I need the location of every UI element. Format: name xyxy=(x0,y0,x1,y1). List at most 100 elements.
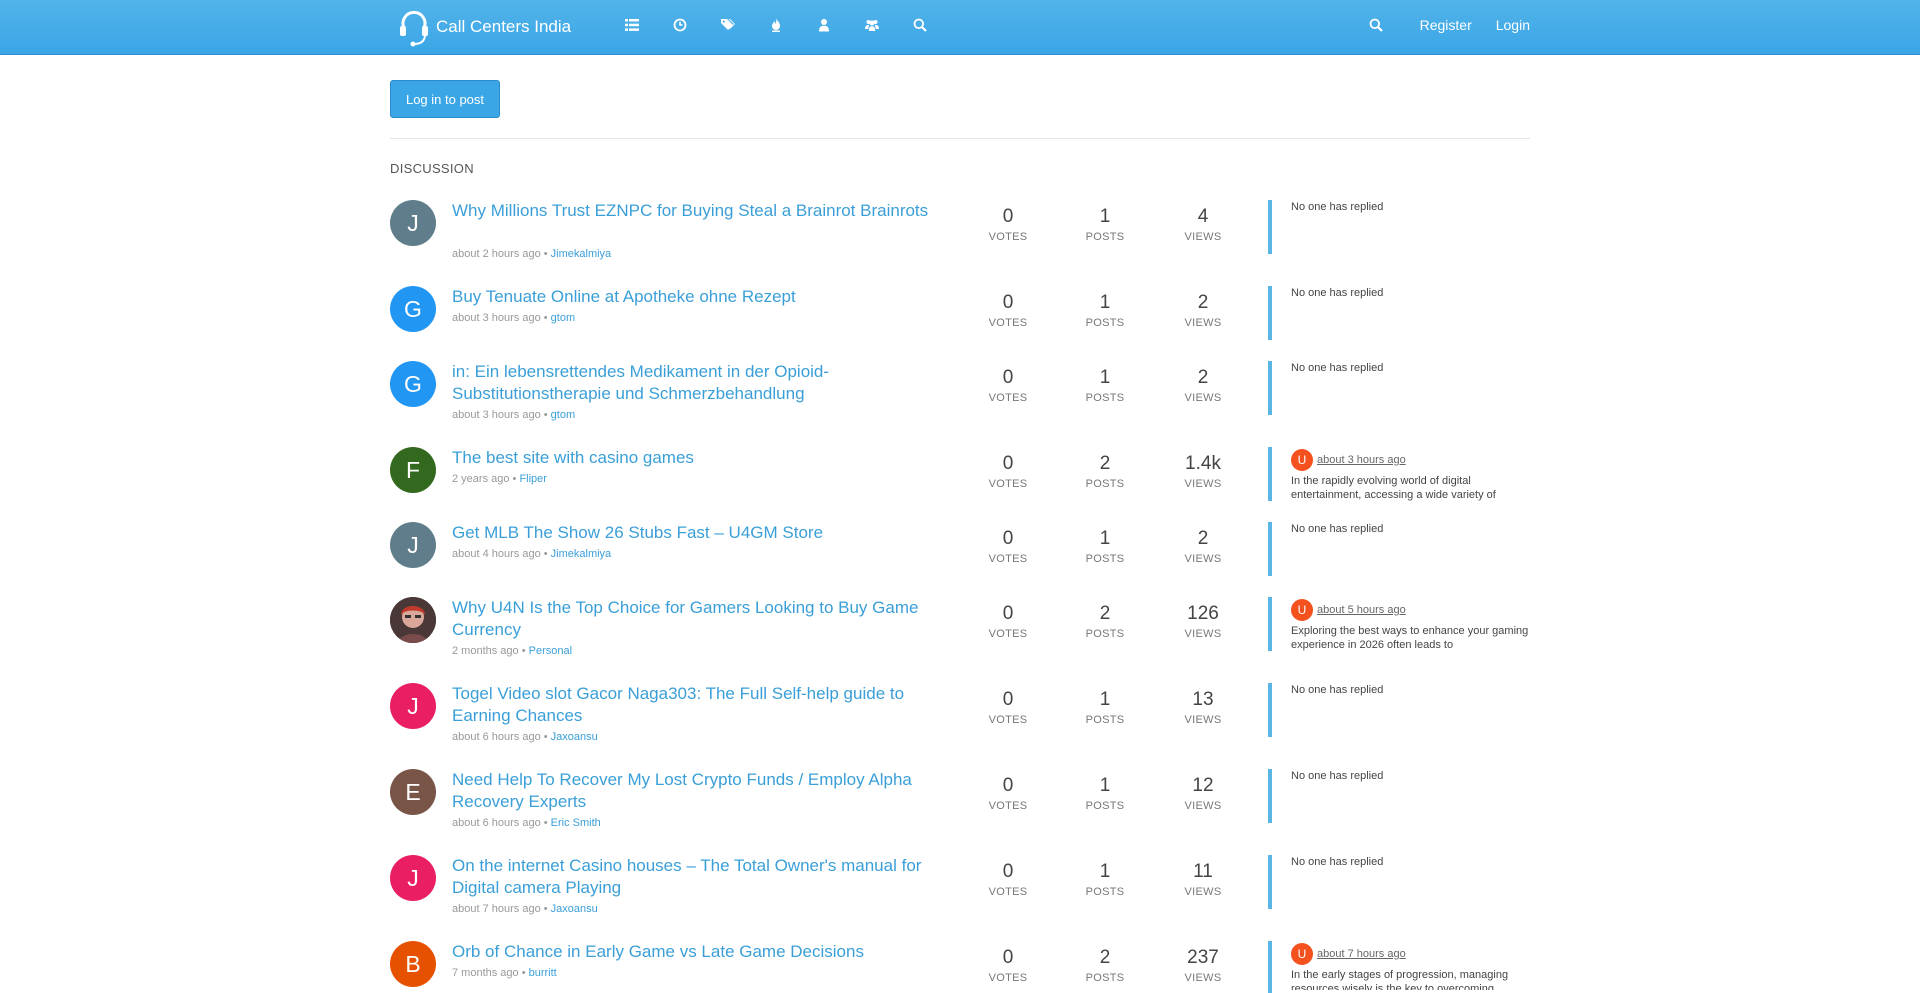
topic-title[interactable]: On the internet Casino houses – The Tota… xyxy=(452,855,952,899)
nav-categories[interactable] xyxy=(608,0,656,50)
teaser-bar xyxy=(1268,769,1272,823)
topic-author[interactable]: Jimekalmiya xyxy=(551,248,612,260)
posts-count: 1 xyxy=(1099,775,1111,796)
topic-author[interactable]: Fliper xyxy=(519,473,547,485)
nav-users[interactable] xyxy=(800,0,848,50)
topic-author[interactable]: Jimekalmiya xyxy=(551,548,612,560)
header-search-button[interactable] xyxy=(1356,0,1396,50)
nav-groups[interactable] xyxy=(848,0,896,50)
votes-count: 0 xyxy=(1002,861,1014,882)
topic-title[interactable]: in: Ein lebensrettendes Medikament in de… xyxy=(452,361,952,405)
votes-label: VOTES xyxy=(988,800,1028,812)
topic-time[interactable]: about 3 hours ago xyxy=(452,312,541,324)
nav-recent[interactable] xyxy=(656,0,704,50)
topic-title[interactable]: The best site with casino games xyxy=(452,447,952,469)
teaser[interactable]: No one has replied xyxy=(1291,200,1531,214)
topic-title[interactable]: Get MLB The Show 26 Stubs Fast – U4GM St… xyxy=(452,522,952,544)
topic-title[interactable]: Need Help To Recover My Lost Crypto Fund… xyxy=(452,769,952,813)
votes-stat: 0 VOTES xyxy=(968,528,1048,565)
avatar[interactable]: J xyxy=(390,683,436,729)
topic-title[interactable]: Togel Video slot Gacor Naga303: The Full… xyxy=(452,683,952,727)
topic-time[interactable]: about 7 hours ago xyxy=(452,903,541,915)
reply-time[interactable]: about 3 hours ago xyxy=(1317,454,1406,466)
avatar[interactable]: J xyxy=(390,522,436,568)
votes-stat: 0 VOTES xyxy=(968,947,1048,984)
topic-time[interactable]: about 4 hours ago xyxy=(452,548,541,560)
topic-meta: about 3 hours ago • gtom xyxy=(452,312,576,324)
teaser-bar xyxy=(1268,683,1272,737)
views-label: VIEWS xyxy=(1184,800,1222,812)
views-stat: 2 VIEWS xyxy=(1163,367,1243,404)
reply-time[interactable]: about 7 hours ago xyxy=(1317,948,1406,960)
votes-stat: 0 VOTES xyxy=(968,453,1048,490)
teaser[interactable]: No one has replied xyxy=(1291,361,1531,375)
topic-author[interactable]: gtom xyxy=(551,312,575,324)
reply-avatar[interactable]: U xyxy=(1291,943,1313,965)
avatar[interactable]: J xyxy=(390,855,436,901)
topic-author[interactable]: Jaxoansu xyxy=(551,731,598,743)
login-link[interactable]: Login xyxy=(1496,17,1530,33)
topic-title[interactable]: Buy Tenuate Online at Apotheke ohne Reze… xyxy=(452,286,952,308)
topic-title[interactable]: Orb of Chance in Early Game vs Late Game… xyxy=(452,941,952,963)
views-label: VIEWS xyxy=(1184,628,1222,640)
topic-meta: 7 months ago • burritt xyxy=(452,967,557,979)
topic-time[interactable]: about 2 hours ago xyxy=(452,248,541,260)
reply-avatar[interactable]: U xyxy=(1291,599,1313,621)
posts-stat: 1 POSTS xyxy=(1065,367,1145,404)
topic-time[interactable]: 2 years ago xyxy=(452,473,509,485)
views-label: VIEWS xyxy=(1184,392,1222,404)
brand-link[interactable]: Call Centers India xyxy=(396,4,571,50)
topic-meta: about 6 hours ago • Eric Smith xyxy=(452,817,601,829)
avatar[interactable]: B xyxy=(390,941,436,987)
nav-search[interactable] xyxy=(896,0,944,50)
nav-popular[interactable] xyxy=(752,0,800,50)
topic-time[interactable]: about 3 hours ago xyxy=(452,409,541,421)
votes-stat: 0 VOTES xyxy=(968,775,1048,812)
avatar[interactable]: E xyxy=(390,769,436,815)
views-count: 4 xyxy=(1197,206,1209,227)
topic-title[interactable]: Why U4N Is the Top Choice for Gamers Loo… xyxy=(452,597,952,641)
teaser[interactable]: Uabout 7 hours ago In the early stages o… xyxy=(1291,943,1531,990)
topic-author[interactable]: Eric Smith xyxy=(551,817,601,829)
no-reply-text: No one has replied xyxy=(1291,684,1384,696)
reply-time[interactable]: about 5 hours ago xyxy=(1317,604,1406,616)
topic-time[interactable]: 7 months ago xyxy=(452,967,519,979)
votes-count: 0 xyxy=(1002,603,1014,624)
avatar[interactable]: J xyxy=(390,200,436,246)
posts-label: POSTS xyxy=(1085,886,1125,898)
votes-count: 0 xyxy=(1002,206,1014,227)
topic-time[interactable]: about 6 hours ago xyxy=(452,817,541,829)
topic-time[interactable]: about 6 hours ago xyxy=(452,731,541,743)
teaser[interactable]: Uabout 3 hours ago In the rapidly evolvi… xyxy=(1291,449,1531,502)
nav-tags[interactable] xyxy=(704,0,752,50)
avatar[interactable]: G xyxy=(390,286,436,332)
topic-time[interactable]: 2 months ago xyxy=(452,645,519,657)
topic-author[interactable]: burritt xyxy=(529,967,557,979)
reply-text: Exploring the best ways to enhance your … xyxy=(1291,625,1529,651)
votes-stat: 0 VOTES xyxy=(968,292,1048,329)
topic-author[interactable]: gtom xyxy=(551,409,575,421)
teaser[interactable]: No one has replied xyxy=(1291,855,1531,869)
reply-avatar[interactable]: U xyxy=(1291,449,1313,471)
posts-count: 1 xyxy=(1099,292,1111,313)
avatar[interactable]: G xyxy=(390,361,436,407)
teaser[interactable]: Uabout 5 hours ago Exploring the best wa… xyxy=(1291,599,1531,652)
teaser[interactable]: No one has replied xyxy=(1291,522,1531,536)
avatar[interactable] xyxy=(390,597,436,643)
teaser[interactable]: No one has replied xyxy=(1291,286,1531,300)
posts-label: POSTS xyxy=(1085,553,1125,565)
posts-label: POSTS xyxy=(1085,392,1125,404)
register-link[interactable]: Register xyxy=(1420,17,1472,33)
topic-title[interactable]: Why Millions Trust EZNPC for Buying Stea… xyxy=(452,200,952,222)
topic-author[interactable]: Jaxoansu xyxy=(551,903,598,915)
teaser[interactable]: No one has replied xyxy=(1291,769,1531,783)
teaser[interactable]: No one has replied xyxy=(1291,683,1531,697)
posts-label: POSTS xyxy=(1085,317,1125,329)
topic-author[interactable]: Personal xyxy=(529,645,572,657)
log-in-to-post-button[interactable]: Log in to post xyxy=(390,80,500,118)
views-stat: 4 VIEWS xyxy=(1163,206,1243,243)
votes-stat: 0 VOTES xyxy=(968,206,1048,243)
posts-stat: 1 POSTS xyxy=(1065,689,1145,726)
avatar[interactable]: F xyxy=(390,447,436,493)
views-stat: 2 VIEWS xyxy=(1163,528,1243,565)
